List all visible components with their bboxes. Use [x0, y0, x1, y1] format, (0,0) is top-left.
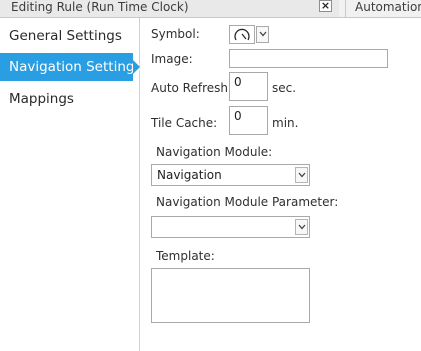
clock-gauge-icon: [234, 28, 250, 41]
navigation-module-select[interactable]: Navigation: [151, 164, 310, 186]
tab-divider: [345, 0, 346, 17]
sidebar-item-general-settings[interactable]: General Settings: [0, 22, 139, 50]
symbol-swatch[interactable]: [229, 25, 255, 44]
tab-automation[interactable]: Automation: [355, 0, 421, 14]
close-tab-button[interactable]: ×: [319, 0, 332, 12]
tab-bar: Editing Rule (Run Time Clock) × Automati…: [0, 0, 421, 18]
image-input[interactable]: [229, 49, 388, 68]
navigation-module-dropdown-button[interactable]: [295, 167, 308, 183]
tab-title: Editing Rule (Run Time Clock): [11, 0, 189, 14]
sidebar-item-mappings[interactable]: Mappings: [0, 85, 139, 113]
template-textarea[interactable]: [151, 268, 310, 323]
template-label: Template:: [156, 249, 215, 263]
navigation-module-parameter-dropdown-button[interactable]: [295, 219, 308, 235]
symbol-picker[interactable]: [229, 25, 269, 44]
symbol-dropdown-button[interactable]: [256, 26, 269, 43]
tab-editing-rule[interactable]: Editing Rule (Run Time Clock) ×: [0, 0, 339, 17]
chevron-down-icon: [259, 31, 267, 37]
image-label: Image:: [151, 52, 193, 66]
settings-sidebar: General Settings Navigation Settings Map…: [0, 18, 141, 351]
navigation-module-value: Navigation: [157, 168, 222, 182]
chevron-down-icon: [298, 224, 306, 230]
symbol-label: Symbol:: [151, 27, 200, 41]
sidebar-item-navigation-settings[interactable]: Navigation Settings: [0, 53, 141, 81]
tile-cache-input[interactable]: 0: [229, 106, 268, 135]
auto-refresh-unit: sec.: [272, 81, 297, 95]
navigation-module-parameter-label: Navigation Module Parameter:: [156, 195, 339, 209]
auto-refresh-input[interactable]: 0: [229, 72, 268, 101]
chevron-down-icon: [298, 172, 306, 178]
auto-refresh-label: Auto Refresh:: [151, 81, 233, 95]
navigation-module-label: Navigation Module:: [156, 145, 273, 159]
tile-cache-label: Tile Cache:: [151, 116, 218, 130]
navigation-module-parameter-select[interactable]: [151, 216, 310, 238]
tile-cache-unit: min.: [272, 116, 299, 130]
